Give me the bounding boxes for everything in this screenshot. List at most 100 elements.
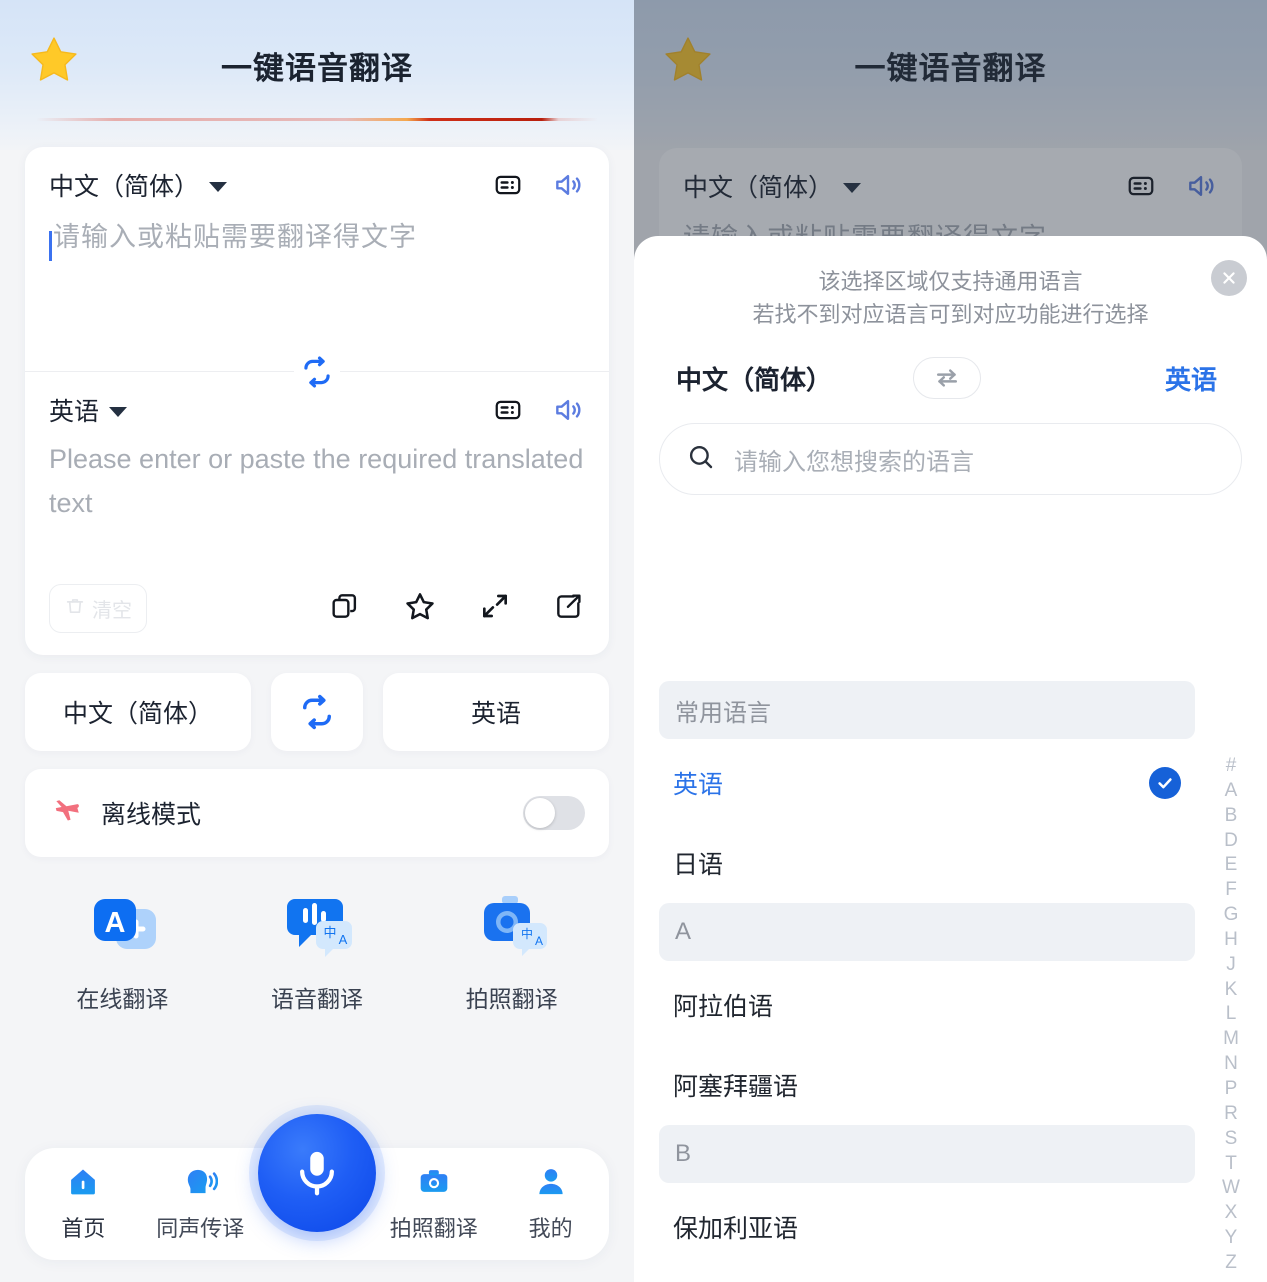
alpha-index-item[interactable]: D [1224,831,1238,850]
quick-source-language[interactable]: 中文（简体） [25,673,251,751]
target-placeholder: Please enter or paste the required trans… [49,444,584,518]
progress-line [36,117,598,121]
language-picker-sheet: 该选择区域仅支持通用语言 若找不到对应语言可到对应功能进行选择 中文（简体） 英… [634,236,1267,1282]
language-name: 保加利亚语 [673,1215,799,1243]
quick-target-language[interactable]: 英语 [383,673,609,751]
profile-icon [534,1165,568,1204]
airplane-icon [49,794,83,833]
keyboard-icon[interactable] [491,168,525,202]
speaker-icon[interactable] [551,168,585,202]
alpha-index-item[interactable]: # [1226,756,1237,775]
source-placeholder: 请输入或粘贴需要翻译得文字 [53,222,417,252]
check-icon [1149,767,1181,799]
alpha-index-item[interactable]: W [1222,1178,1240,1197]
language-quick-bar: 中文（简体） 英语 [25,673,609,751]
search-icon [686,442,716,477]
alpha-index-item[interactable]: X [1225,1203,1238,1222]
list-item[interactable]: 保加利亚语 [659,1187,1195,1267]
language-selection-screen: 一键语音翻译 中文（简体） 该选择区域仅支持通用语言 若找不到对应语言可到对应功… [634,0,1267,1282]
alpha-index-item[interactable]: Y [1225,1228,1238,1247]
feature-photo-translate[interactable]: 中 A 拍照翻译 [414,891,609,1014]
sheet-note-line-2: 若找不到对应语言可到对应功能进行选择 [752,301,1149,327]
offline-mode-row[interactable]: 离线模式 [25,769,609,857]
app-header: 一键语音翻译 [0,0,634,112]
sheet-note-line-1: 该选择区域仅支持通用语言 [818,269,1083,294]
alpha-index-item[interactable]: A [1225,781,1238,800]
list-item[interactable]: 英语 [659,743,1195,823]
sheet-language-pair: 中文（简体） 英语 [664,357,1238,400]
alpha-index-item[interactable]: K [1225,980,1238,999]
sheet-source-language[interactable]: 中文（简体） [664,360,913,397]
language-list[interactable]: 常用语言 英语 日语 A 阿拉伯语 阿塞拜疆语 B 保加利亚语 [659,681,1195,1282]
share-icon[interactable] [553,590,585,627]
alpha-index-item[interactable]: P [1225,1079,1238,1098]
copy-icon[interactable] [329,590,361,627]
alphabet-index[interactable]: # A B D E F G H J K L M N P R S T W X Y … [1209,756,1253,1272]
trash-icon [64,595,86,623]
feature-online-translate[interactable]: A 在线翻译 [25,891,220,1014]
alpha-index-item[interactable]: R [1224,1104,1238,1123]
target-language-label: 英语 [49,398,100,426]
target-language-selector[interactable]: 英语 [49,392,128,428]
alpha-index-item[interactable]: B [1225,806,1238,825]
home-icon [66,1165,100,1204]
translation-card: 中文（简体） 请输入或粘贴需要翻译得文字 英语 Please enter or … [25,147,609,655]
alpha-index-item[interactable]: L [1226,1004,1237,1023]
quick-swap-button[interactable] [271,673,363,751]
list-item[interactable]: 阿拉伯语 [659,965,1195,1045]
card-action-bar: 清空 [25,578,609,655]
alpha-index-item[interactable]: H [1224,930,1238,949]
language-name: 英语 [673,771,724,799]
alpha-index-item[interactable]: G [1224,905,1239,924]
sheet-note: 该选择区域仅支持通用语言 若找不到对应语言可到对应功能进行选择 [634,236,1267,331]
tab-simultaneous-interpretation[interactable]: 同声传译 [142,1165,259,1243]
clear-button[interactable]: 清空 [49,584,147,633]
star-outline-icon[interactable] [403,589,437,628]
alpha-index-item[interactable]: S [1225,1129,1238,1148]
language-name: 阿拉伯语 [673,993,774,1021]
swap-loop-icon[interactable] [294,349,340,395]
list-item[interactable]: 日语 [659,823,1195,903]
language-group-header: A [659,903,1195,961]
swap-arrows-icon[interactable] [912,357,981,400]
source-language-selector[interactable]: 中文（简体） [49,167,228,203]
expand-icon[interactable] [479,590,511,627]
alpha-index-item[interactable]: M [1223,1029,1239,1048]
tab-home[interactable]: 首页 [25,1165,142,1243]
bottom-navigation: 首页 同声传译 拍照翻译 我的 [25,1114,609,1260]
chevron-down-icon [209,181,228,192]
card-divider [25,349,609,395]
offline-mode-toggle[interactable] [523,796,585,830]
result-actions [329,589,585,628]
language-group-header: 常用语言 [659,681,1195,739]
speaker-icon[interactable] [551,393,585,427]
alpha-index-item[interactable]: T [1225,1154,1237,1173]
close-icon[interactable] [1211,260,1247,296]
alpha-index-item[interactable]: E [1225,855,1238,874]
list-item[interactable]: 波兰语 [659,1267,1195,1282]
tab-label: 我的 [528,1216,573,1241]
microphone-icon[interactable] [258,1114,376,1232]
search-input[interactable]: 请输入您想搜索的语言 [659,423,1242,496]
keyboard-icon[interactable] [491,393,525,427]
alpha-index-item[interactable]: N [1224,1054,1238,1073]
voice-translate-icon: 中 A [279,891,355,966]
sheet-target-language[interactable]: 英语 [981,360,1238,397]
feature-label: 拍照翻译 [465,986,558,1012]
alpha-index-item[interactable]: Z [1225,1253,1237,1272]
tab-label: 首页 [61,1216,106,1241]
feature-shortcuts: A 在线翻译 中 A 语音翻译 中 A 拍照翻译 [25,891,609,1014]
text-cursor [49,230,52,261]
camera-icon [416,1165,452,1204]
svg-text:A: A [105,907,126,939]
alpha-index-item[interactable]: F [1225,880,1237,899]
list-item[interactable]: 阿塞拜疆语 [659,1045,1195,1125]
tab-label: 同声传译 [156,1216,245,1241]
alpha-index-item[interactable]: J [1226,955,1236,974]
tab-photo-translate[interactable]: 拍照翻译 [375,1165,492,1243]
feature-voice-translate[interactable]: 中 A 语音翻译 [220,891,415,1014]
target-text-area[interactable]: Please enter or paste the required trans… [25,430,609,578]
tab-label: 拍照翻译 [389,1216,478,1241]
tab-profile[interactable]: 我的 [492,1165,609,1243]
source-text-area[interactable]: 请输入或粘贴需要翻译得文字 [25,205,609,363]
